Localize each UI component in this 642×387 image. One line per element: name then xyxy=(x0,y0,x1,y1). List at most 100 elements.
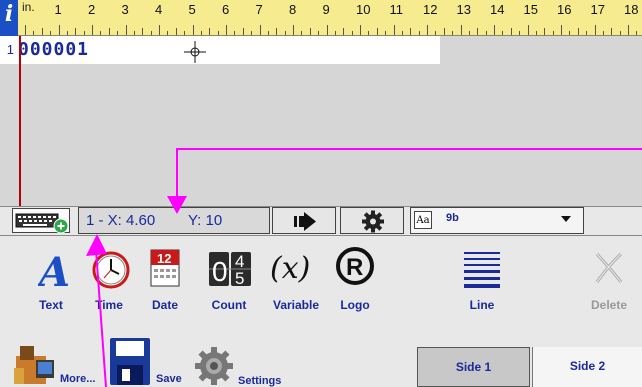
ruler-tick xyxy=(401,31,403,35)
ruler-tick xyxy=(159,25,160,35)
ruler-tick xyxy=(309,28,311,35)
svg-text:R: R xyxy=(346,254,363,281)
ruler-tick-label: 18 xyxy=(624,2,639,17)
date-tool-button[interactable]: 12 Date xyxy=(140,246,190,316)
logo-tool-button[interactable]: R Logo xyxy=(330,246,380,316)
font-size-value: 9b xyxy=(446,212,459,224)
pointer-line-top xyxy=(176,148,642,150)
ruler-tick xyxy=(619,31,621,35)
print-start-line xyxy=(19,36,21,206)
ruler-tick xyxy=(284,31,286,35)
ruler-tick-label: 2 xyxy=(88,2,96,17)
ruler-tick xyxy=(452,31,454,35)
svg-text:0: 0 xyxy=(212,256,228,287)
ruler-tick-label: 6 xyxy=(222,2,230,17)
counter-icon: 0 4 5 xyxy=(209,252,251,288)
ruler-tick-label: 16 xyxy=(557,2,572,17)
ruler: 1 2 3 4 5 6 7 8 9 10 11 12 13 14 15 16 17 18 xyxy=(0,0,642,36)
ruler-tick-label: 4 xyxy=(155,2,163,17)
ruler-tick xyxy=(510,28,512,35)
text-tool-button[interactable]: A Text xyxy=(26,246,78,316)
move-right-button[interactable] xyxy=(272,207,336,234)
tab-side-2[interactable]: Side 2 xyxy=(532,347,642,387)
tool-label: Variable xyxy=(272,298,320,312)
ruler-tick xyxy=(142,28,144,35)
ruler-tick xyxy=(41,28,43,35)
ruler-tick xyxy=(251,31,253,35)
font-select[interactable] xyxy=(410,207,584,234)
pointer-arrowhead-down xyxy=(167,196,187,214)
ruler-tick-label: 12 xyxy=(423,2,438,17)
save-button[interactable]: Save xyxy=(108,336,184,387)
tool-label: Logo xyxy=(340,298,370,312)
ruler-tick xyxy=(460,25,462,35)
ruler-tick xyxy=(552,31,554,35)
tab-side-1[interactable]: Side 1 xyxy=(417,347,530,387)
info-icon[interactable]: i xyxy=(0,0,18,36)
delete-tool-button[interactable]: Delete xyxy=(584,246,634,316)
svg-text:A: A xyxy=(38,250,68,292)
counter-text-element[interactable]: 000001 xyxy=(18,36,89,64)
ruler-tick xyxy=(544,28,546,35)
ruler-tick-label: 14 xyxy=(490,2,505,17)
ruler-tick xyxy=(200,31,202,35)
pointer-line-top-vertical xyxy=(176,148,178,202)
ruler-tick xyxy=(293,25,294,35)
gears-icon xyxy=(195,347,233,385)
ruler-tick xyxy=(83,31,85,35)
ruler-tick xyxy=(376,28,378,35)
ruler-tick xyxy=(33,31,35,35)
ruler-tick xyxy=(259,25,261,35)
ruler-tick-label: 13 xyxy=(456,2,471,17)
ruler-tick xyxy=(334,31,336,35)
ruler-tick xyxy=(209,28,211,35)
row-number: 1 xyxy=(6,42,14,57)
arrow-right-icon xyxy=(294,212,316,231)
text-icon: A xyxy=(38,250,68,292)
ruler-tick xyxy=(192,25,194,35)
ruler-tick xyxy=(351,31,353,35)
ruler-tick xyxy=(519,31,521,35)
more-icon xyxy=(14,346,54,384)
ruler-tick xyxy=(58,25,60,35)
count-tool-button[interactable]: 0 4 5 Count xyxy=(204,246,254,316)
coordinate-y: Y: 10 xyxy=(188,212,223,229)
ruler-tick xyxy=(50,31,52,35)
keyboard-icon xyxy=(15,213,69,234)
ruler-tick xyxy=(25,25,26,35)
ruler-tick xyxy=(427,25,428,35)
ruler-tick xyxy=(368,31,370,35)
ruler-tick-label: 10 xyxy=(356,2,371,17)
settings-button[interactable]: Settings xyxy=(192,342,296,387)
ruler-tick xyxy=(167,31,169,35)
save-label: Save xyxy=(156,373,182,385)
crosshair-cursor-icon[interactable] xyxy=(184,41,206,63)
ruler-tick xyxy=(561,25,562,35)
ruler-tick xyxy=(184,31,186,35)
ruler-tick xyxy=(468,31,470,35)
save-icon xyxy=(110,338,150,385)
ruler-tick xyxy=(443,28,445,35)
svg-text:5: 5 xyxy=(235,269,244,288)
gear-icon xyxy=(362,210,384,233)
ruler-tick xyxy=(502,31,504,35)
ruler-tick xyxy=(636,31,638,35)
ruler-tick xyxy=(267,31,269,35)
ruler-tick xyxy=(611,28,613,35)
settings-label: Settings xyxy=(238,375,282,387)
element-settings-button[interactable] xyxy=(340,207,404,234)
svg-text:12: 12 xyxy=(157,251,171,266)
keyboard-button[interactable] xyxy=(12,208,70,234)
svg-text:(x): (x) xyxy=(270,251,310,286)
ruler-tick-label: 11 xyxy=(389,2,404,17)
ruler-tick xyxy=(226,25,227,35)
ruler-tick xyxy=(75,28,77,35)
tool-label: Text xyxy=(39,298,63,312)
ruler-tick xyxy=(66,31,68,35)
logo-icon: R xyxy=(336,247,374,285)
chevron-down-icon[interactable] xyxy=(561,216,571,222)
ruler-tick xyxy=(217,31,219,35)
more-button[interactable]: More... xyxy=(12,338,95,387)
line-tool-button[interactable]: Line xyxy=(452,246,512,316)
variable-tool-button[interactable]: (x) Variable xyxy=(266,246,326,316)
